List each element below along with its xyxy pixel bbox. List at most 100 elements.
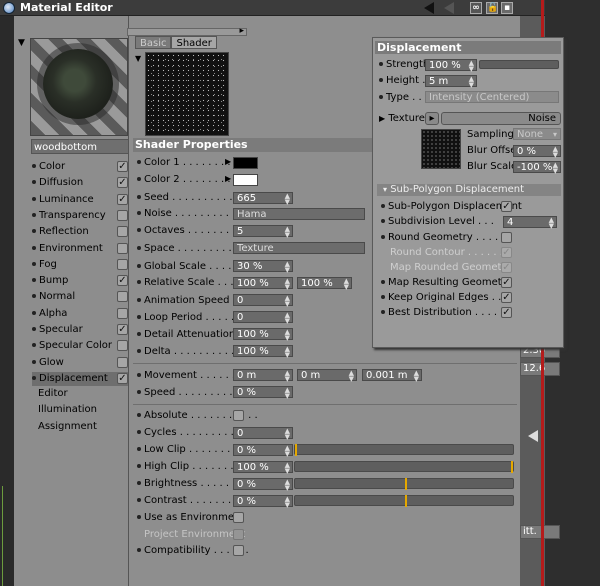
- strength-slider[interactable]: [479, 60, 559, 69]
- octaves-field[interactable]: 5 ▲ ▼: [233, 225, 293, 239]
- preview-arrow-icon[interactable]: ▼: [135, 54, 141, 63]
- contrast-field[interactable]: 0 % ▲ ▼: [233, 495, 293, 509]
- type-dropdown[interactable]: Intensity (Centered): [425, 91, 559, 103]
- channel-checkbox[interactable]: [117, 308, 128, 319]
- speed-field[interactable]: 0 % ▲ ▼: [233, 386, 293, 400]
- blur-offset-field[interactable]: 0 % ▲ ▼: [513, 145, 561, 159]
- extra-illumination[interactable]: Illumination: [38, 403, 97, 417]
- texture-menu-button[interactable]: ▸: [425, 112, 439, 125]
- scroll-bar[interactable]: ▸: [127, 26, 247, 36]
- channel-panel: ▼ woodbottom Color ✓ Diffusion ✓ Luminance ✓ T…: [14, 16, 138, 586]
- high-clip-field[interactable]: 100 % ▲ ▼: [233, 461, 293, 475]
- keep-edges-checkbox[interactable]: ✓: [501, 292, 512, 303]
- channel-checkbox[interactable]: ✓: [117, 275, 128, 286]
- brightness-slider[interactable]: [294, 478, 514, 490]
- collapse-arrow-icon[interactable]: ▼: [18, 38, 25, 48]
- channel-displacement[interactable]: Displacement ✓: [32, 372, 138, 386]
- channel-fog[interactable]: Fog: [32, 258, 138, 272]
- absolute-checkbox[interactable]: [233, 410, 244, 421]
- color1-expand-icon[interactable]: ▶: [225, 157, 231, 166]
- subpoly-header[interactable]: ▾ Sub-Polygon Displacement: [377, 184, 561, 196]
- contrast-slider[interactable]: [294, 495, 514, 507]
- channel-specular[interactable]: Specular ✓: [32, 323, 138, 337]
- movement-x-field[interactable]: 0 m ▲ ▼: [233, 369, 293, 383]
- channel-checkbox[interactable]: ✓: [117, 177, 128, 188]
- extra-editor[interactable]: Editor: [38, 387, 68, 401]
- channel-checkbox[interactable]: [117, 226, 128, 237]
- forward-arrow-icon[interactable]: [444, 2, 454, 14]
- link-icon[interactable]: ∞: [470, 2, 482, 14]
- channel-checkbox[interactable]: [117, 340, 128, 351]
- detail-attenuation-field[interactable]: 100 % ▲ ▼: [233, 328, 293, 342]
- channel-diffusion[interactable]: Diffusion ✓: [32, 176, 138, 190]
- color1-row: Color 1 . . . . . . . . .: [137, 156, 237, 170]
- space-dropdown[interactable]: Texture: [233, 242, 365, 254]
- bg-value-3: itt.: [520, 525, 560, 539]
- global-scale-field[interactable]: 30 % ▲ ▼: [233, 260, 293, 274]
- lock-icon[interactable]: 🔓: [486, 2, 498, 14]
- high-clip-knob[interactable]: [511, 461, 513, 473]
- movement-z-field[interactable]: 0.001 m ▲ ▼: [362, 369, 422, 383]
- low-clip-field[interactable]: 0 % ▲ ▼: [233, 444, 293, 458]
- color1-swatch[interactable]: [233, 157, 258, 169]
- channel-transparency[interactable]: Transparency: [32, 209, 138, 223]
- channel-checkbox[interactable]: [117, 210, 128, 221]
- tab-shader[interactable]: Shader: [171, 36, 217, 49]
- low-clip-knob[interactable]: [295, 444, 297, 456]
- texture-button[interactable]: Noise: [441, 112, 561, 125]
- subpoly-checkbox[interactable]: ✓: [501, 201, 512, 212]
- channel-checkbox[interactable]: [117, 357, 128, 368]
- channel-label: Color: [39, 161, 66, 172]
- channel-checkbox[interactable]: ✓: [117, 373, 128, 384]
- subdiv-field[interactable]: 4 ▲ ▼: [503, 216, 557, 230]
- channel-glow[interactable]: Glow: [32, 356, 138, 370]
- height-field[interactable]: 5 m ▲ ▼: [425, 75, 477, 89]
- channel-dot: [32, 262, 36, 266]
- channel-specular-color[interactable]: Specular Color: [32, 339, 138, 353]
- channel-color[interactable]: Color ✓: [32, 160, 138, 174]
- relative-scale-y-field[interactable]: 100 % ▲ ▼: [297, 277, 352, 291]
- use-env-checkbox[interactable]: [233, 512, 244, 523]
- window-menu-icon[interactable]: ▪: [501, 2, 513, 14]
- brightness-knob[interactable]: [405, 478, 407, 490]
- extra-assignment[interactable]: Assignment: [38, 420, 97, 434]
- contrast-knob[interactable]: [405, 495, 407, 507]
- best-dist-checkbox[interactable]: ✓: [501, 307, 512, 318]
- cycles-field[interactable]: 0 ▲ ▼: [233, 427, 293, 441]
- movement-y-field[interactable]: 0 m ▲ ▼: [297, 369, 357, 383]
- material-preview[interactable]: [30, 38, 128, 136]
- noise-dropdown[interactable]: Hama: [233, 208, 365, 220]
- delta-field[interactable]: 100 % ▲ ▼: [233, 345, 293, 359]
- low-clip-slider[interactable]: [294, 444, 514, 456]
- brightness-field[interactable]: 0 % ▲ ▼: [233, 478, 293, 492]
- sampling-dropdown[interactable]: None ▾: [513, 128, 561, 140]
- channel-checkbox[interactable]: [117, 259, 128, 270]
- channel-luminance[interactable]: Luminance ✓: [32, 193, 138, 207]
- separator: [133, 363, 517, 364]
- channel-reflection[interactable]: Reflection: [32, 225, 138, 239]
- relative-scale-x-field[interactable]: 100 % ▲ ▼: [233, 277, 293, 291]
- back-arrow-icon[interactable]: [424, 2, 434, 14]
- channel-bump[interactable]: Bump ✓: [32, 274, 138, 288]
- high-clip-slider[interactable]: [294, 461, 514, 473]
- strength-field[interactable]: 100 % ▲ ▼: [425, 59, 477, 73]
- seed-field[interactable]: 665 ▲ ▼: [233, 192, 293, 206]
- channel-checkbox[interactable]: [117, 291, 128, 302]
- map-resulting-checkbox[interactable]: ✓: [501, 277, 512, 288]
- channel-alpha[interactable]: Alpha: [32, 307, 138, 321]
- channel-normal[interactable]: Normal: [32, 290, 138, 304]
- color2-swatch[interactable]: [233, 174, 258, 186]
- blur-scale-field[interactable]: -100 % ▲ ▼: [513, 161, 561, 175]
- channel-checkbox[interactable]: ✓: [117, 324, 128, 335]
- color2-expand-icon[interactable]: ▶: [225, 174, 231, 183]
- tab-basic[interactable]: Basic: [135, 36, 172, 49]
- channel-environment[interactable]: Environment: [32, 242, 138, 256]
- round-geo-checkbox[interactable]: [501, 232, 512, 243]
- material-name[interactable]: woodbottom: [31, 139, 134, 154]
- channel-checkbox[interactable]: ✓: [117, 194, 128, 205]
- channel-checkbox[interactable]: ✓: [117, 161, 128, 172]
- animation-speed-field[interactable]: 0 ▲ ▼: [233, 294, 293, 308]
- loop-period-field[interactable]: 0 ▲ ▼: [233, 311, 293, 325]
- channel-checkbox[interactable]: [117, 243, 128, 254]
- compat-checkbox[interactable]: [233, 545, 244, 556]
